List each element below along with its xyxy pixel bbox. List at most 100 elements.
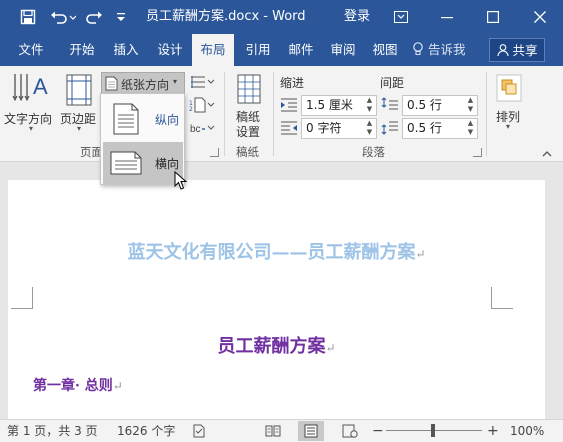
- crop-mark: [491, 287, 513, 309]
- arrange-icon: [496, 74, 522, 102]
- indent-left-input[interactable]: 1.5 厘米 ▲ ▼: [301, 95, 377, 116]
- manuscript-settings-button[interactable]: 稿纸 设置: [228, 70, 270, 140]
- margins-icon: [66, 74, 92, 106]
- save-icon[interactable]: [14, 0, 42, 34]
- hyphenation-button[interactable]: bc: [189, 120, 215, 138]
- svg-text:A: A: [33, 74, 48, 99]
- mouse-cursor-icon: [174, 171, 188, 190]
- manuscript-group-label: 稿纸: [236, 145, 259, 159]
- group-separator: [486, 72, 487, 156]
- zoom-in-icon[interactable]: +: [487, 420, 499, 442]
- indent-right-input[interactable]: 0 字符 ▲ ▼: [301, 118, 377, 139]
- spacing-after-icon: [381, 121, 398, 135]
- share-label: 共享: [512, 43, 538, 58]
- redo-icon[interactable]: [82, 0, 106, 34]
- line-numbers-button[interactable]: 12: [189, 97, 215, 115]
- page-setup-launcher-icon[interactable]: [210, 148, 219, 157]
- landscape-option[interactable]: 横向: [103, 142, 183, 184]
- lightbulb-icon: [413, 42, 423, 55]
- tab-design[interactable]: 设计: [148, 34, 192, 66]
- indent-right-icon: [281, 121, 297, 135]
- spinner-arrows-icon[interactable]: ▲ ▼: [466, 96, 475, 115]
- spacing-before-icon: [381, 97, 398, 110]
- indent-left-value: 1.5 厘米: [306, 98, 353, 112]
- margins-button[interactable]: 页边距 ▾: [60, 70, 100, 138]
- hyphenation-icon: bc: [190, 124, 215, 135]
- title-bar: 员工薪酬方案.docx - Word 登录: [0, 0, 563, 34]
- document-page[interactable]: 蓝天文化有限公司——员工薪酬方案↵ 员工薪酬方案↵ 第一章· 总则↵: [8, 180, 545, 419]
- undo-icon[interactable]: [46, 0, 80, 34]
- document-area[interactable]: 蓝天文化有限公司——员工薪酬方案↵ 员工薪酬方案↵ 第一章· 总则↵: [0, 162, 563, 419]
- orientation-button[interactable]: 纸张方向 ▾: [101, 72, 185, 94]
- tab-insert[interactable]: 插入: [104, 34, 148, 66]
- indent-left-icon: [281, 98, 297, 112]
- person-icon: [496, 44, 509, 57]
- spinner-arrows-icon[interactable]: ▲ ▼: [365, 96, 374, 115]
- spacing-after-input[interactable]: 0.5 行 ▲ ▼: [402, 118, 478, 139]
- spacing-before-input[interactable]: 0.5 行 ▲ ▼: [402, 95, 478, 116]
- zoom-out-icon[interactable]: −: [372, 420, 384, 442]
- zoom-slider-thumb[interactable]: [431, 424, 435, 437]
- header-text: 蓝天文化有限公司——员工薪酬方案: [127, 242, 416, 263]
- text-direction-icon: A: [12, 74, 48, 102]
- landscape-label: 横向: [155, 157, 180, 171]
- proofing-icon[interactable]: [192, 424, 206, 438]
- chevron-down-icon: ▾: [173, 77, 178, 86]
- ribbon-display-options-icon[interactable]: [379, 0, 423, 34]
- collapse-ribbon-icon[interactable]: [542, 150, 552, 158]
- portrait-option[interactable]: 纵向: [103, 98, 183, 140]
- tab-file[interactable]: 文件: [6, 34, 56, 66]
- paragraph-launcher-icon[interactable]: [473, 148, 482, 157]
- tab-mailings[interactable]: 邮件: [280, 34, 322, 66]
- tab-review[interactable]: 审阅: [322, 34, 364, 66]
- breaks-button[interactable]: [189, 74, 215, 92]
- orientation-icon: [105, 76, 118, 91]
- indent-right-value: 0 字符: [306, 121, 342, 135]
- ribbon: A 文字方向 ▾ 页边距 ▾ 纸张方向 ▾ 12 bc 页面 稿纸 设置 稿纸 …: [0, 66, 563, 162]
- tab-references[interactable]: 引用: [236, 34, 280, 66]
- word-count[interactable]: 1626 个字: [117, 420, 175, 442]
- manuscript-label-line2: 设置: [236, 125, 261, 139]
- spinner-arrows-icon[interactable]: ▲ ▼: [466, 119, 475, 138]
- read-mode-icon[interactable]: [265, 424, 281, 438]
- ribbon-tabs: 文件 开始 插入 设计 布局 引用 邮件 审阅 视图 告诉我 共享: [0, 34, 563, 66]
- text-direction-button[interactable]: A 文字方向 ▾: [4, 70, 58, 138]
- tell-me-label: 告诉我: [427, 42, 466, 57]
- orientation-dropdown: 纵向 横向: [100, 93, 185, 185]
- tab-home[interactable]: 开始: [60, 34, 104, 66]
- portrait-label: 纵向: [155, 113, 180, 127]
- tab-layout[interactable]: 布局: [192, 34, 234, 66]
- spacing-before-value: 0.5 行: [407, 98, 442, 112]
- customize-quick-access-icon[interactable]: [110, 0, 132, 34]
- breaks-icon: [191, 76, 215, 88]
- chapter-heading[interactable]: 第一章· 总则↵: [33, 375, 123, 395]
- spinner-arrows-icon[interactable]: ▲ ▼: [365, 119, 374, 138]
- tell-me-box[interactable]: 告诉我: [412, 34, 466, 66]
- tab-view[interactable]: 视图: [364, 34, 406, 66]
- page-count[interactable]: 第 1 页，共 3 页: [7, 420, 98, 442]
- document-title[interactable]: 员工薪酬方案↵: [8, 332, 545, 358]
- chevron-down-icon: ▾: [506, 122, 511, 131]
- group-separator: [224, 72, 225, 156]
- login-link[interactable]: 登录: [344, 0, 370, 34]
- svg-text:2: 2: [189, 106, 193, 113]
- paragraph-group-label: 段落: [362, 145, 385, 159]
- window-title: 员工薪酬方案.docx - Word: [146, 9, 306, 24]
- page-header-text[interactable]: 蓝天文化有限公司——员工薪酬方案↵: [8, 238, 545, 264]
- print-layout-button[interactable]: [298, 421, 324, 441]
- zoom-level[interactable]: 100%: [510, 420, 544, 442]
- title-text: 员工薪酬方案: [217, 336, 326, 357]
- maximize-icon[interactable]: [471, 0, 515, 34]
- paragraph-mark: ↵: [112, 379, 123, 393]
- indent-heading: 缩进: [280, 76, 305, 90]
- close-icon[interactable]: [518, 0, 562, 34]
- share-button[interactable]: 共享: [489, 38, 545, 62]
- minimize-icon[interactable]: [425, 0, 469, 34]
- group-separator: [273, 72, 274, 156]
- line-numbers-icon: 12: [189, 97, 215, 113]
- spacing-heading: 间距: [380, 76, 405, 90]
- manuscript-icon: [237, 74, 261, 104]
- arrange-button[interactable]: 排列 ▾: [491, 70, 527, 138]
- orientation-label: 纸张方向: [121, 78, 170, 92]
- web-layout-icon[interactable]: [342, 424, 358, 438]
